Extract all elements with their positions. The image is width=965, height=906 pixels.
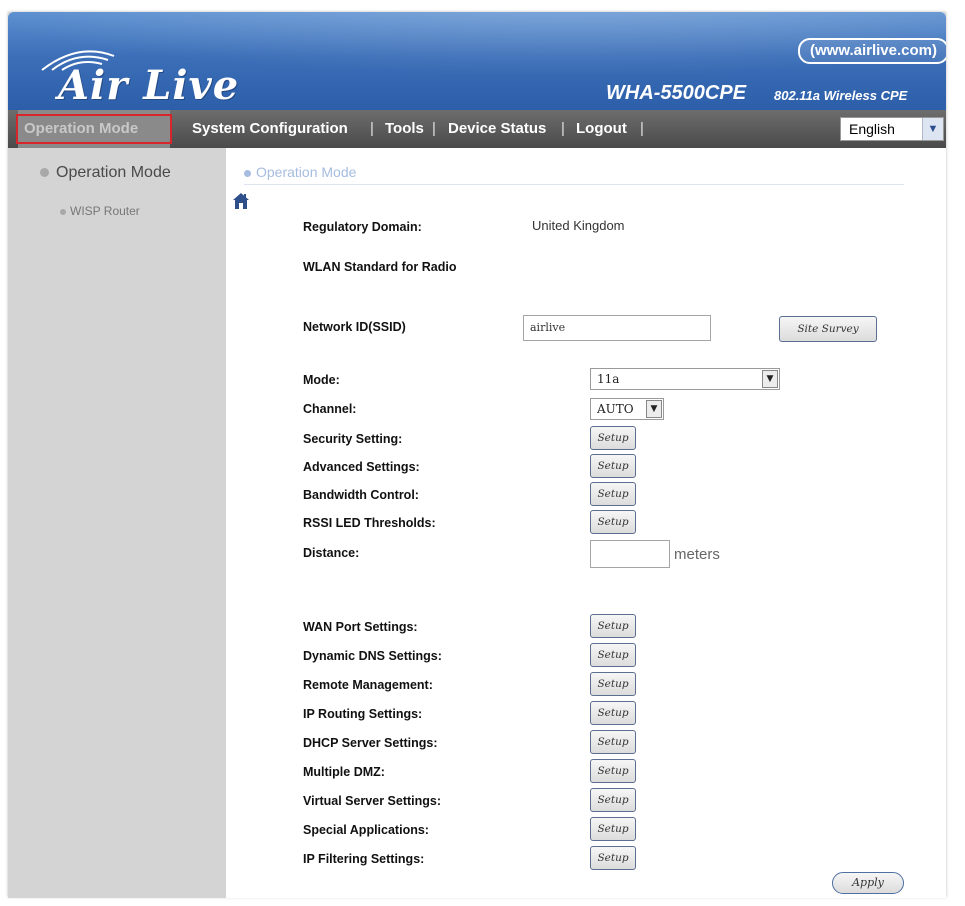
nav-separator: | <box>561 120 565 137</box>
ip-filtering-settings-setup-button[interactable]: Setup <box>590 846 636 870</box>
sidebar-item-operation-mode[interactable]: Operation Mode <box>40 164 171 182</box>
page-title-text: Operation Mode <box>256 164 357 180</box>
bandwidth-control-label: Bandwidth Control: <box>303 488 419 502</box>
rssi-led-thresholds-setup-button[interactable]: Setup <box>590 510 636 534</box>
model-description: 802.11a Wireless CPE <box>774 88 908 103</box>
mode-select[interactable]: 11a ▼ <box>590 368 780 390</box>
website-link[interactable]: (www.airlive.com) <box>798 38 946 64</box>
ssid-input[interactable]: airlive <box>523 315 711 341</box>
sidebar-item-wisp-router[interactable]: WISP Router <box>60 204 140 218</box>
regulatory-domain-value: United Kingdom <box>532 218 625 233</box>
language-select[interactable]: English ▼ <box>840 117 944 141</box>
dhcp-server-settings-setup-button[interactable]: Setup <box>590 730 636 754</box>
nav-tools[interactable]: Tools <box>385 110 424 148</box>
security-setting-label: Security Setting: <box>303 432 403 446</box>
virtual-server-settings-setup-button[interactable]: Setup <box>590 788 636 812</box>
main-content: Operation Mode Regulatory Domain: United… <box>226 148 946 898</box>
channel-select[interactable]: AUTO ▼ <box>590 398 664 420</box>
highlight-annotation <box>16 114 172 144</box>
ssid-label: Network ID(SSID) <box>303 320 406 334</box>
nav-separator: | <box>640 120 644 137</box>
dhcp-server-settings-label: DHCP Server Settings: <box>303 736 438 750</box>
ip-routing-settings-label: IP Routing Settings: <box>303 707 423 721</box>
bandwidth-control-setup-button[interactable]: Setup <box>590 482 636 506</box>
distance-label: Distance: <box>303 546 360 560</box>
advanced-settings-setup-button[interactable]: Setup <box>590 454 636 478</box>
bullet-icon <box>40 168 49 178</box>
special-applications-label: Special Applications: <box>303 823 429 837</box>
wlan-standard-label: WLAN Standard for Radio <box>303 260 457 274</box>
brand-logo: Air Live <box>58 62 240 109</box>
site-survey-button[interactable]: Site Survey <box>779 316 877 342</box>
dynamic-dns-settings-label: Dynamic DNS Settings: <box>303 649 442 663</box>
chevron-down-icon[interactable]: ▼ <box>922 118 943 140</box>
header-banner: Air Live (www.airlive.com) WHA-5500CPE 8… <box>8 12 946 110</box>
bullet-icon <box>244 169 251 177</box>
rssi-led-thresholds-label: RSSI LED Thresholds: <box>303 516 436 530</box>
chevron-down-icon[interactable]: ▼ <box>646 400 662 418</box>
nav-device-status[interactable]: Device Status <box>448 110 546 148</box>
virtual-server-settings-label: Virtual Server Settings: <box>303 794 442 808</box>
advanced-settings-label: Advanced Settings: <box>303 460 420 474</box>
special-applications-setup-button[interactable]: Setup <box>590 817 636 841</box>
sidebar: Operation Mode WISP Router <box>8 148 226 898</box>
language-value: English <box>849 121 895 137</box>
page-title: Operation Mode <box>244 164 356 180</box>
nav-separator: | <box>432 120 436 137</box>
multiple-dmz-label: Multiple DMZ: <box>303 765 385 779</box>
ip-routing-settings-setup-button[interactable]: Setup <box>590 701 636 725</box>
remote-management-label: Remote Management: <box>303 678 433 692</box>
title-divider <box>244 184 904 185</box>
mode-label: Mode: <box>303 373 340 387</box>
bullet-icon <box>60 208 66 215</box>
sidebar-item-label: WISP Router <box>70 204 140 218</box>
remote-management-setup-button[interactable]: Setup <box>590 672 636 696</box>
nav-separator: | <box>370 120 374 137</box>
multiple-dmz-setup-button[interactable]: Setup <box>590 759 636 783</box>
website-url: www.airlive.com <box>815 42 932 59</box>
chevron-down-icon[interactable]: ▼ <box>762 370 778 388</box>
home-icon[interactable] <box>232 192 250 210</box>
channel-label: Channel: <box>303 402 357 416</box>
dynamic-dns-settings-setup-button[interactable]: Setup <box>590 643 636 667</box>
wan-port-settings-setup-button[interactable]: Setup <box>590 614 636 638</box>
channel-value: AUTO <box>597 402 634 416</box>
model-name: WHA-5500CPE <box>606 82 747 104</box>
ip-filtering-settings-label: IP Filtering Settings: <box>303 852 425 866</box>
wan-port-settings-label: WAN Port Settings: <box>303 620 418 634</box>
regulatory-domain-label: Regulatory Domain: <box>303 220 422 234</box>
nav-system-configuration[interactable]: System Configuration <box>192 110 348 148</box>
nav-logout[interactable]: Logout <box>576 110 627 148</box>
mode-value: 11a <box>597 372 620 386</box>
distance-input[interactable] <box>590 540 670 568</box>
security-setting-setup-button[interactable]: Setup <box>590 426 636 450</box>
sidebar-item-label: Operation Mode <box>56 164 171 181</box>
distance-unit: meters <box>674 546 720 563</box>
apply-button[interactable]: Apply <box>832 872 904 894</box>
